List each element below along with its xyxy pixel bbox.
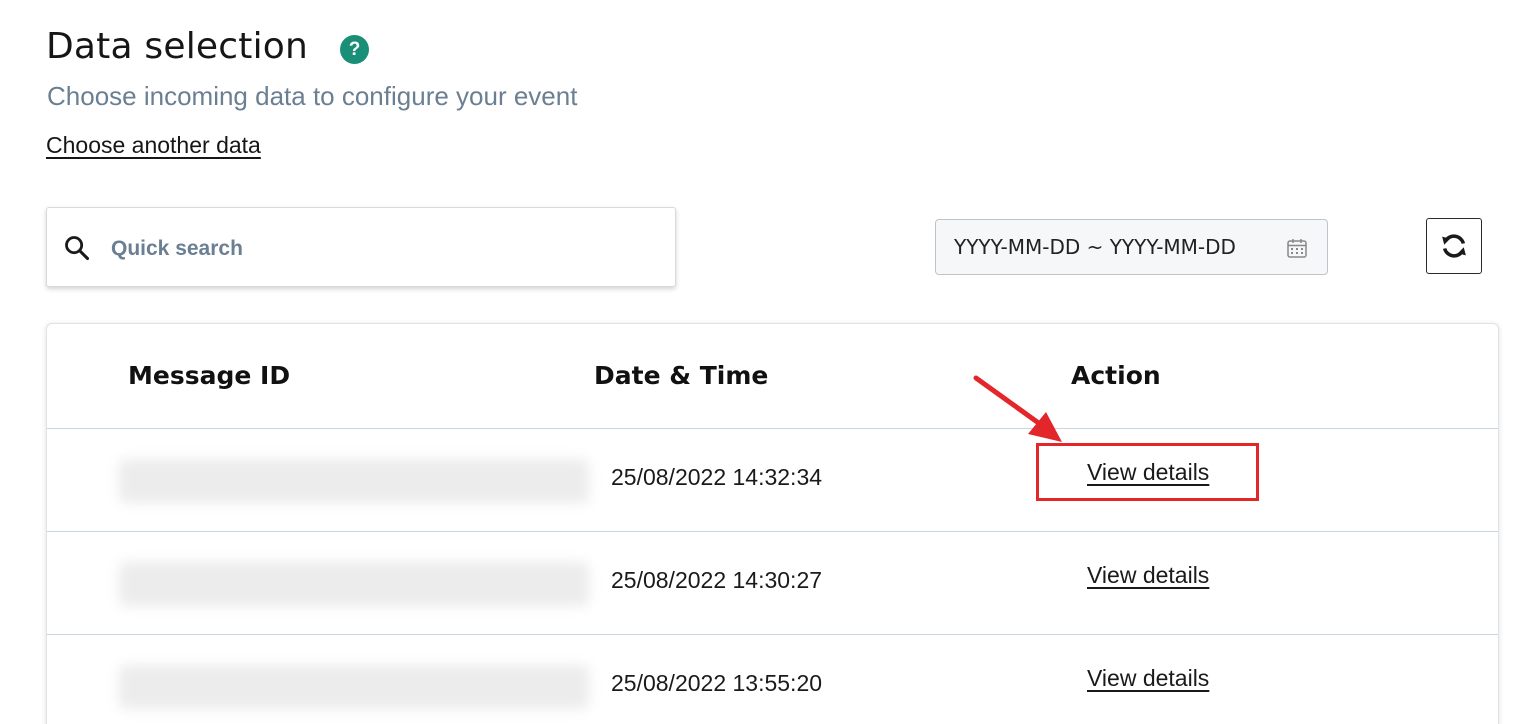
messages-table: Message ID Date & Time Action 25/08/2022…: [46, 323, 1499, 724]
column-header-message-id: Message ID: [128, 361, 291, 390]
view-details-link[interactable]: View details: [1087, 562, 1209, 589]
view-details-link[interactable]: View details: [1087, 665, 1209, 692]
calendar-icon: [1287, 239, 1307, 258]
column-header-action: Action: [1071, 361, 1161, 390]
datetime-cell: 25/08/2022 13:55:20: [611, 670, 823, 696]
datetime-cell: 25/08/2022 14:30:27: [611, 567, 823, 593]
column-header-date-time: Date & Time: [594, 361, 769, 390]
datetime-cell: 25/08/2022 14:32:34: [611, 464, 823, 490]
message-id-cell: [119, 562, 589, 606]
annotation-arrow-icon: [973, 375, 1062, 442]
page-subtitle: Choose incoming data to configure your e…: [47, 81, 578, 111]
choose-another-data-link[interactable]: Choose another data: [46, 132, 261, 159]
search-input[interactable]: [109, 230, 653, 268]
table-row: 25/08/2022 14:30:27 View details: [47, 532, 1498, 635]
annotation-highlight-box: [1036, 443, 1259, 501]
date-range-picker[interactable]: YYYY-MM-DD ~ YYYY-MM-DD: [935, 219, 1328, 275]
table-row: 25/08/2022 13:55:20 View details: [47, 635, 1498, 724]
refresh-button[interactable]: [1426, 218, 1482, 274]
refresh-icon: [1442, 234, 1466, 258]
message-id-cell: [119, 459, 589, 503]
message-id-cell: [119, 665, 589, 709]
date-range-value: YYYY-MM-DD ~ YYYY-MM-DD: [954, 235, 1236, 259]
table-row: 25/08/2022 14:32:34 View details: [47, 429, 1498, 532]
data-selection-page: Data selection ? Choose incoming data to…: [0, 0, 1536, 724]
search-icon: [65, 236, 90, 261]
help-icon[interactable]: ?: [340, 35, 369, 64]
page-title: Data selection: [46, 26, 309, 67]
search-box: [46, 207, 676, 287]
